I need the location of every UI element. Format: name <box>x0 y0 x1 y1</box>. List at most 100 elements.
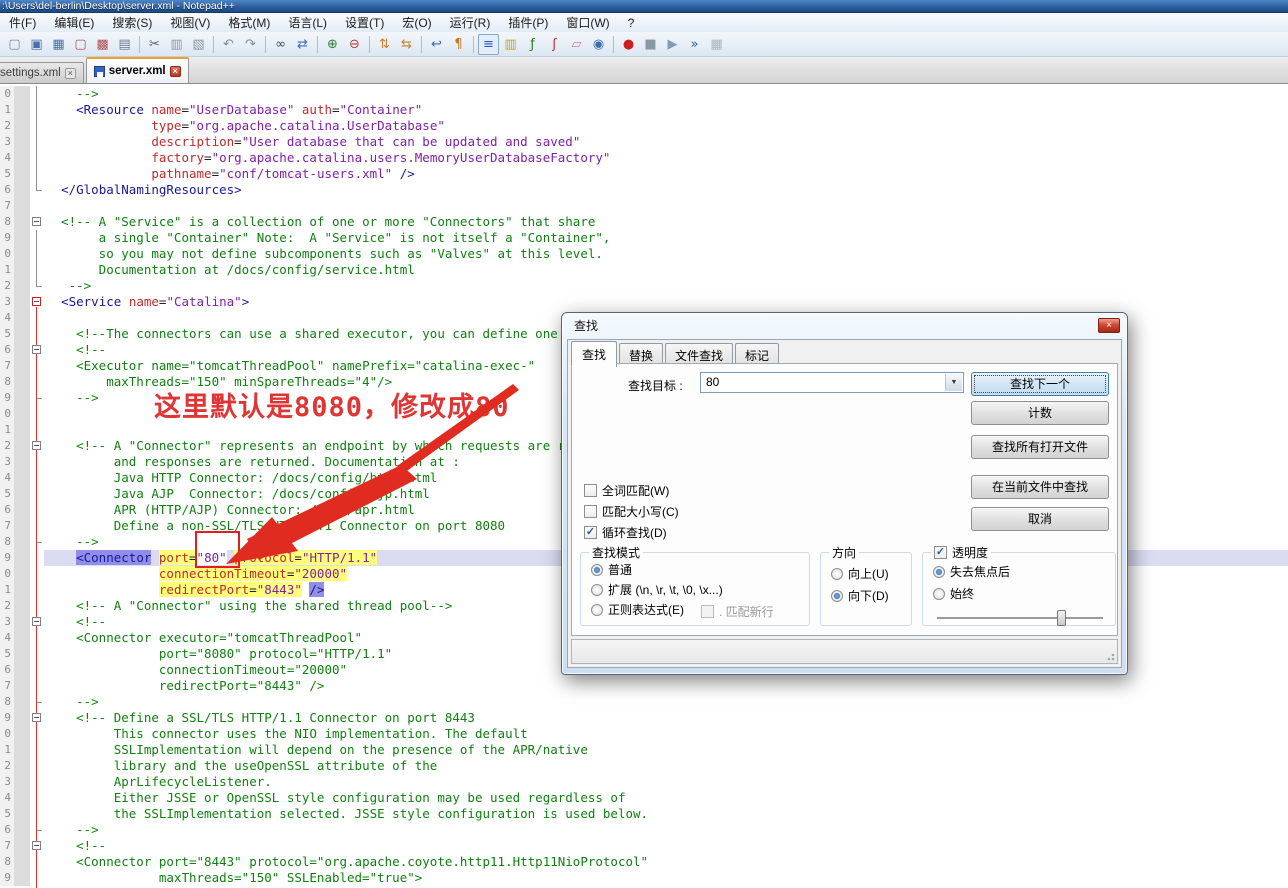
option-循环查找(D)[interactable]: ✓ 循环查找(D) <box>584 522 679 543</box>
menu-item-视图(V)[interactable]: 视图(V) <box>161 12 219 33</box>
menu-item-格式(M)[interactable]: 格式(M) <box>219 12 279 33</box>
option-全词匹配(W)[interactable]: 全词匹配(W) <box>584 480 679 501</box>
editor-line[interactable]: 8 --> <box>0 694 1288 710</box>
matches-newline-checkbox[interactable] <box>701 605 714 618</box>
new-file-icon[interactable]: ▢ <box>4 34 25 55</box>
editor-line[interactable]: 5 the SSLImplementation selected. JSSE s… <box>0 806 1288 822</box>
fold-collapse-icon[interactable] <box>32 297 41 306</box>
button-取消[interactable]: 取消 <box>971 507 1109 531</box>
checkbox[interactable] <box>584 505 597 518</box>
menu-item-语言(L)[interactable]: 语言(L) <box>279 12 336 33</box>
close-file-icon[interactable]: ▢ <box>70 34 91 55</box>
menu-item-?[interactable]: ? <box>619 14 644 32</box>
radio-始终[interactable]: 始终 <box>933 585 974 602</box>
editor-line[interactable]: 7 <!-- <box>0 838 1288 854</box>
editor-line[interactable]: 2 library and the useOpenSSL attribute o… <box>0 758 1288 774</box>
redo-icon[interactable]: ↷ <box>240 34 261 55</box>
editor-line[interactable]: 4 Either JSSE or OpenSSL style configura… <box>0 790 1288 806</box>
cut-icon[interactable]: ✂ <box>144 34 165 55</box>
run-macro-multiple-icon[interactable]: » <box>684 34 705 55</box>
editor-line[interactable]: 1 <Resource name="UserDatabase" auth="Co… <box>0 102 1288 118</box>
editor-line[interactable]: 6 </GlobalNamingResources> <box>0 182 1288 198</box>
fold-collapse-icon[interactable] <box>32 217 41 226</box>
transparency-slider[interactable] <box>937 610 1103 626</box>
editor-line[interactable]: 9 a single "Container" Note: A "Service"… <box>0 230 1288 246</box>
checkbox[interactable]: ✓ <box>584 526 597 539</box>
paste-icon[interactable]: ▧ <box>188 34 209 55</box>
doc-map-icon[interactable]: ▥ <box>500 34 521 55</box>
zoom-out-icon[interactable]: ⊖ <box>344 34 365 55</box>
menu-item-设置(T)[interactable]: 设置(T) <box>336 12 393 33</box>
editor-line[interactable]: 8 <Connector port="8443" protocol="org.a… <box>0 854 1288 870</box>
button-在当前文件中查找[interactable]: 在当前文件中查找 <box>971 475 1109 499</box>
indent-guide-icon[interactable]: ≡ <box>478 33 499 55</box>
monitoring-eye-icon[interactable]: ◉ <box>588 34 609 55</box>
fold-collapse-icon[interactable] <box>32 713 41 722</box>
option-匹配大小写(C)[interactable]: 匹配大小写(C) <box>584 501 679 522</box>
dialog-tab-查找[interactable]: 查找 <box>571 341 618 367</box>
editor-line[interactable]: 0 This connector uses the NIO implementa… <box>0 726 1288 742</box>
stop-macro-icon[interactable]: ■ <box>640 34 661 55</box>
copy-icon[interactable]: ▥ <box>166 34 187 55</box>
find-icon[interactable]: ∞ <box>270 34 291 55</box>
editor-line[interactable]: 0 --> <box>0 86 1288 102</box>
menu-item-件(F)[interactable]: 件(F) <box>0 12 45 33</box>
menu-item-编辑(E)[interactable]: 编辑(E) <box>45 12 103 33</box>
fold-collapse-icon[interactable] <box>32 841 41 850</box>
menu-item-插件(P)[interactable]: 插件(P) <box>499 12 557 33</box>
button-查找下一个[interactable]: 查找下一个 <box>971 372 1109 396</box>
radio-button[interactable] <box>591 583 603 596</box>
print-icon[interactable]: ▤ <box>114 34 135 55</box>
save-macro-icon[interactable]: ▦ <box>706 34 727 55</box>
file-tab-server.xml[interactable]: server.xml × <box>85 57 189 83</box>
editor-line[interactable]: 3 <Service name="Catalina"> <box>0 294 1288 310</box>
menu-item-窗口(W)[interactable]: 窗口(W) <box>557 12 618 33</box>
radio-button[interactable] <box>831 589 843 602</box>
plugin-icon[interactable]: ʃ <box>544 34 565 55</box>
editor-line[interactable]: 3 AprLifecycleListener. <box>0 774 1288 790</box>
sync-vertical-icon[interactable]: ⇅ <box>374 34 395 55</box>
menu-item-运行(R)[interactable]: 运行(R) <box>441 12 500 33</box>
function-list-icon[interactable]: ƒ <box>522 34 543 55</box>
show-all-chars-icon[interactable]: ¶ <box>448 34 469 55</box>
button-计数[interactable]: 计数 <box>971 401 1109 425</box>
editor-line[interactable]: 3 description="User database that can be… <box>0 134 1288 150</box>
tab-close-icon[interactable]: × <box>64 67 76 79</box>
fold-collapse-icon[interactable] <box>32 441 41 450</box>
folder-workspace-icon[interactable]: ▱ <box>566 34 587 55</box>
sync-horizontal-icon[interactable]: ⇆ <box>396 34 417 55</box>
fold-collapse-icon[interactable] <box>32 617 41 626</box>
fold-collapse-icon[interactable] <box>32 345 41 354</box>
editor-line[interactable]: 9 <!-- Define a SSL/TLS HTTP/1.1 Connect… <box>0 710 1288 726</box>
editor-line[interactable]: 9 maxThreads="150" SSLEnabled="true"> <box>0 870 1288 886</box>
dialog-close-button[interactable]: × <box>1098 318 1120 333</box>
radio-普通[interactable]: 普通 <box>591 561 632 578</box>
replace-icon[interactable]: ⇄ <box>292 34 313 55</box>
play-macro-icon[interactable]: ▶ <box>662 34 683 55</box>
radio-button[interactable] <box>933 587 945 600</box>
editor-line[interactable]: 6 --> <box>0 822 1288 838</box>
combobox-dropdown-icon[interactable]: ▼ <box>945 374 962 391</box>
word-wrap-icon[interactable]: ↩ <box>426 34 447 55</box>
zoom-in-icon[interactable]: ⊕ <box>322 34 343 55</box>
close-all-icon[interactable]: ▩ <box>92 34 113 55</box>
menu-item-搜索(S)[interactable]: 搜索(S) <box>103 12 161 33</box>
radio-失去焦点后[interactable]: 失去焦点后 <box>933 563 1010 580</box>
editor-line[interactable]: 8 <!-- A "Service" is a collection of on… <box>0 214 1288 230</box>
editor-line[interactable]: 1 SSLImplementation will depend on the p… <box>0 742 1288 758</box>
find-target-combobox[interactable]: 80 ▼ <box>700 372 964 393</box>
radio-向上(U)[interactable]: 向上(U) <box>831 565 889 582</box>
resize-grip[interactable] <box>1105 651 1115 661</box>
radio-button[interactable] <box>591 563 603 576</box>
radio-button[interactable] <box>933 565 945 578</box>
save-all-icon[interactable]: ▦ <box>48 34 69 55</box>
slider-thumb[interactable] <box>1056 610 1066 626</box>
radio-button[interactable] <box>831 567 843 580</box>
editor-line[interactable]: 7 <box>0 198 1288 214</box>
editor-line[interactable]: 5 pathname="conf/tomcat-users.xml" /> <box>0 166 1288 182</box>
editor-line[interactable]: 2 type="org.apache.catalina.UserDatabase… <box>0 118 1288 134</box>
record-macro-icon[interactable]: ● <box>618 34 639 55</box>
editor-line[interactable]: 4 factory="org.apache.catalina.users.Mem… <box>0 150 1288 166</box>
menu-item-宏(O)[interactable]: 宏(O) <box>393 12 440 33</box>
editor-line[interactable]: 1 Documentation at /docs/config/service.… <box>0 262 1288 278</box>
